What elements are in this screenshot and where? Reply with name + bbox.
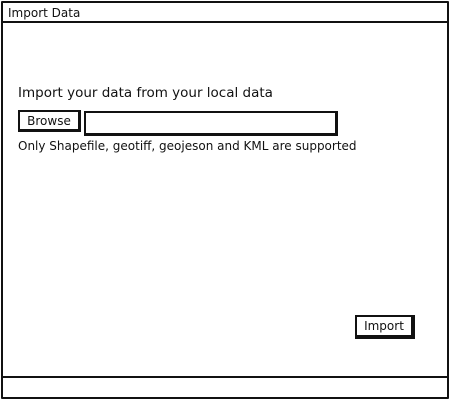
file-path-input[interactable] (84, 111, 338, 136)
supported-formats-hint: Only Shapefile, geotiff, geojeson and KM… (18, 139, 357, 153)
import-button[interactable]: Import (355, 315, 415, 339)
window-title: Import Data (8, 6, 81, 20)
import-heading: Import your data from your local data (18, 85, 273, 101)
browse-button[interactable]: Browse (18, 110, 81, 132)
title-bar: Import Data (3, 3, 447, 23)
status-bar (3, 376, 447, 397)
import-data-dialog: Import Data Import your data from your l… (1, 1, 449, 399)
